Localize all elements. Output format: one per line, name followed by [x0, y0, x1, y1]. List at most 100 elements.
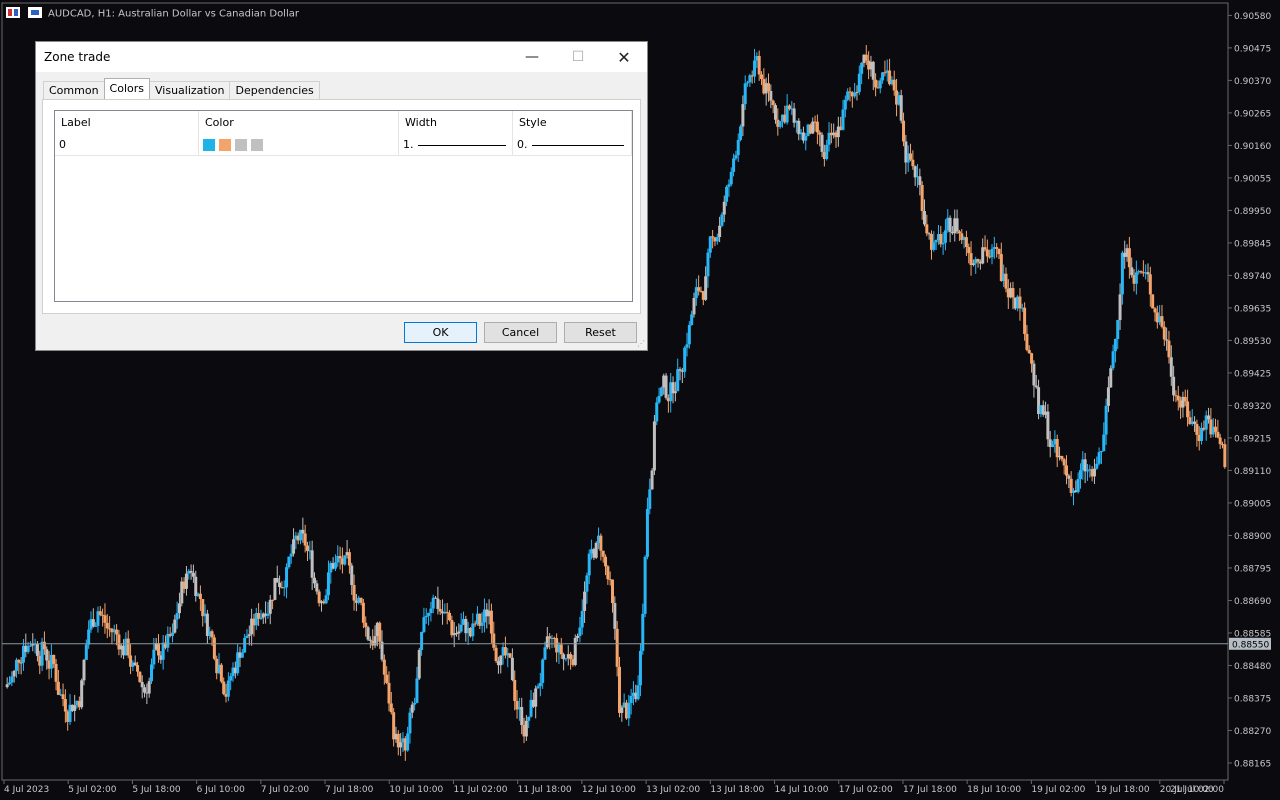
- candle-body: [643, 556, 647, 614]
- one-click-sell-icon: [8, 9, 12, 16]
- candle-body: [115, 629, 119, 635]
- candle-body: [601, 550, 605, 557]
- candle-body: [417, 649, 421, 679]
- candle-body: [278, 582, 282, 588]
- candle-body: [741, 104, 745, 127]
- candle-body: [126, 638, 130, 656]
- candle-body: [1095, 463, 1099, 469]
- color-swatch-2[interactable]: [219, 139, 231, 151]
- header-style[interactable]: Style: [513, 111, 632, 135]
- time-tick-label: 17 Jul 18:00: [903, 785, 957, 795]
- header-width[interactable]: Width: [399, 111, 513, 135]
- candle-body: [194, 576, 198, 597]
- candle-body: [576, 635, 580, 638]
- candle-body: [26, 645, 30, 652]
- candle-body: [368, 639, 372, 641]
- candle-body: [1083, 459, 1087, 472]
- candle-body: [28, 645, 32, 647]
- row-width-value: 1.: [403, 138, 414, 151]
- price-tick-label: 0.90370: [1234, 77, 1271, 87]
- candle-body: [366, 627, 370, 640]
- row-color-cell[interactable]: [199, 135, 399, 155]
- candle-body: [1183, 396, 1187, 402]
- candle-body: [611, 579, 615, 604]
- candle-body: [133, 662, 137, 665]
- time-tick-label: 12 Jul 10:00: [582, 785, 636, 795]
- candle-body: [352, 585, 356, 601]
- candle-body: [746, 82, 750, 84]
- candle-body: [508, 653, 512, 658]
- price-tick-label: 0.89530: [1234, 337, 1271, 347]
- maximize-button[interactable]: ☐: [555, 42, 601, 72]
- close-button[interactable]: ✕: [601, 42, 647, 72]
- candle-body: [247, 634, 251, 636]
- tab-dependencies[interactable]: Dependencies: [229, 81, 320, 99]
- candle-body: [918, 176, 922, 186]
- candle-body: [492, 633, 496, 648]
- candle-body: [303, 533, 307, 546]
- tab-visualization[interactable]: Visualization: [149, 81, 231, 99]
- candle-body: [981, 247, 985, 264]
- candle-body: [1004, 273, 1008, 289]
- candle-body: [818, 132, 822, 135]
- row-label: 0: [55, 135, 199, 155]
- candle-body: [45, 649, 49, 661]
- color-swatch-1[interactable]: [203, 139, 215, 151]
- table-row[interactable]: 0 1. 0.: [55, 135, 632, 156]
- candle-body: [1060, 455, 1064, 460]
- price-tick-label: 0.89110: [1234, 467, 1271, 477]
- ok-button[interactable]: OK: [404, 322, 477, 343]
- candle-body: [52, 654, 56, 664]
- candle-body: [1034, 385, 1038, 388]
- row-style-value: 0.: [517, 138, 528, 151]
- time-tick-label: 18 Jul 10:00: [967, 785, 1021, 795]
- candle-body: [760, 74, 764, 80]
- price-tick-label: 0.88165: [1234, 759, 1271, 769]
- row-width-cell[interactable]: 1.: [399, 135, 513, 155]
- color-swatch-3[interactable]: [235, 139, 247, 151]
- candle-body: [150, 664, 154, 682]
- candle-body: [210, 631, 214, 638]
- candle-body: [201, 599, 205, 617]
- resize-grip-icon[interactable]: ⋰: [637, 340, 645, 348]
- header-label[interactable]: Label: [55, 111, 199, 135]
- candle-body: [1062, 459, 1066, 466]
- candle-body: [1165, 339, 1169, 341]
- cancel-button[interactable]: Cancel: [484, 322, 557, 343]
- candle-body: [692, 297, 696, 315]
- candle-body: [687, 324, 691, 345]
- candle-body: [773, 105, 777, 120]
- candle-body: [152, 649, 156, 665]
- candle-body: [704, 276, 708, 300]
- row-style-cell[interactable]: 0.: [513, 135, 632, 155]
- tab-common[interactable]: Common: [43, 81, 105, 99]
- candle-body: [54, 663, 58, 682]
- candle-body: [767, 83, 770, 92]
- header-color[interactable]: Color: [199, 111, 399, 135]
- candle-body: [312, 577, 316, 584]
- reset-button[interactable]: Reset: [564, 322, 637, 343]
- candle-body: [513, 679, 517, 701]
- candle-body: [843, 99, 847, 110]
- minimize-button[interactable]: —: [509, 42, 555, 72]
- time-tick-label: 5 Jul 18:00: [132, 785, 181, 795]
- candle-body: [7, 682, 11, 685]
- time-tick-label: 10 Jul 10:00: [389, 785, 443, 795]
- candle-body: [73, 705, 77, 711]
- candle-body: [585, 575, 589, 592]
- candle-body: [864, 54, 868, 61]
- candle-body: [855, 91, 859, 93]
- candle-body: [420, 631, 424, 650]
- time-tick-label: 13 Jul 18:00: [710, 785, 764, 795]
- candle-body: [613, 603, 617, 629]
- candle-body: [969, 253, 973, 265]
- dialog-titlebar[interactable]: Zone trade — ☐ ✕: [36, 42, 647, 72]
- candle-body: [136, 664, 140, 672]
- candle-body: [685, 344, 689, 348]
- price-tick-label: 0.88480: [1234, 662, 1271, 672]
- candle-body: [564, 658, 568, 660]
- candle-body: [734, 155, 738, 159]
- color-swatch-4[interactable]: [251, 139, 263, 151]
- tab-colors[interactable]: Colors: [103, 78, 150, 99]
- candle-body: [1223, 444, 1227, 468]
